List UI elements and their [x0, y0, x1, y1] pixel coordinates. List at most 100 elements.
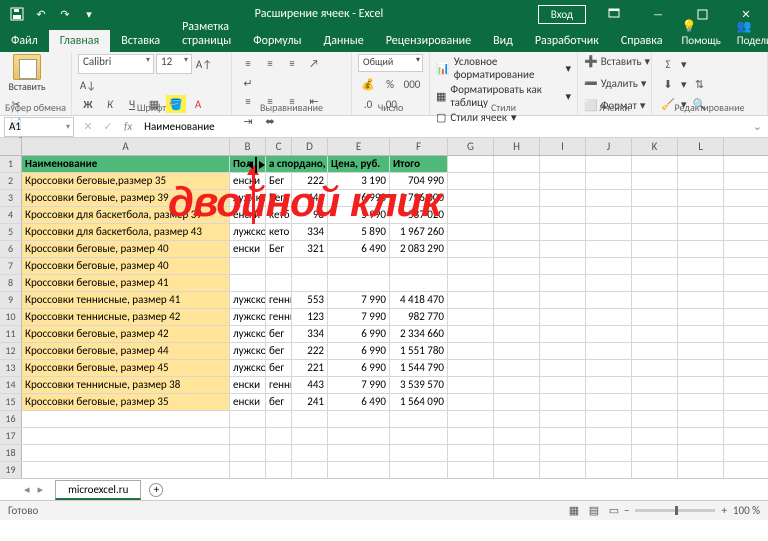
cell[interactable]	[494, 343, 540, 359]
sheet-nav-next[interactable]: ▸	[38, 483, 44, 496]
cell[interactable]	[586, 190, 632, 206]
cell[interactable]	[632, 275, 678, 291]
cell[interactable]: енски	[230, 394, 266, 410]
col-g[interactable]: G	[448, 138, 494, 155]
cell[interactable]	[494, 207, 540, 223]
cell[interactable]	[494, 462, 540, 478]
decrease-font-icon[interactable]: A↓	[78, 76, 98, 94]
cell[interactable]	[448, 224, 494, 240]
currency-icon[interactable]: 💰	[358, 75, 378, 93]
cell[interactable]	[540, 292, 586, 308]
cell[interactable]	[540, 224, 586, 240]
cell[interactable]: 3 190	[328, 173, 390, 189]
cell[interactable]	[22, 411, 230, 427]
cell[interactable]	[448, 309, 494, 325]
cell[interactable]	[632, 411, 678, 427]
indent-inc-icon[interactable]: ⇥	[238, 112, 258, 130]
cell[interactable]	[540, 326, 586, 342]
comma-icon[interactable]: 000	[402, 75, 422, 93]
cell[interactable]: 443	[292, 377, 328, 393]
cell[interactable]	[678, 190, 724, 206]
cell[interactable]	[390, 428, 448, 444]
cell[interactable]	[632, 343, 678, 359]
cell[interactable]: 1 967 260	[390, 224, 448, 240]
cell[interactable]	[540, 241, 586, 257]
cell[interactable]	[540, 445, 586, 461]
cell[interactable]	[540, 411, 586, 427]
cell[interactable]	[586, 428, 632, 444]
cell[interactable]	[266, 428, 292, 444]
col-a[interactable]: A	[22, 138, 230, 155]
zoom-out-icon[interactable]: −	[624, 504, 629, 517]
cell[interactable]	[632, 326, 678, 342]
tab-developer[interactable]: Разработчик	[524, 30, 610, 52]
cell[interactable]	[328, 428, 390, 444]
tab-file[interactable]: Файл	[0, 30, 49, 52]
cell[interactable]	[586, 445, 632, 461]
zoom-value[interactable]: 100 %	[733, 504, 760, 517]
cell[interactable]	[586, 275, 632, 291]
cell[interactable]: 587 020	[390, 207, 448, 223]
cell[interactable]: 6 490	[328, 241, 390, 257]
cell[interactable]: бег	[266, 394, 292, 410]
view-layout-icon[interactable]: ▤	[584, 502, 604, 520]
conditional-format-button[interactable]: 📊 Условное форматирование▾	[436, 54, 571, 82]
cell[interactable]	[292, 275, 328, 291]
login-button[interactable]: Вход	[538, 5, 586, 24]
cell[interactable]	[390, 445, 448, 461]
cell[interactable]: енски	[230, 377, 266, 393]
percent-icon[interactable]: %	[380, 75, 400, 93]
cell[interactable]	[390, 411, 448, 427]
autosum-icon[interactable]: Σ	[658, 55, 678, 73]
cell[interactable]: Итого	[390, 156, 448, 172]
cell[interactable]	[448, 394, 494, 410]
cell[interactable]	[586, 207, 632, 223]
col-h[interactable]: H	[494, 138, 540, 155]
row-header[interactable]: 13	[0, 360, 22, 376]
cell[interactable]	[632, 241, 678, 257]
cell[interactable]	[632, 445, 678, 461]
col-j[interactable]: J	[586, 138, 632, 155]
cell[interactable]: 241	[292, 394, 328, 410]
cell[interactable]: Кроссовки беговые, размер 40	[22, 241, 230, 257]
cell[interactable]	[632, 428, 678, 444]
cell[interactable]: бег	[266, 360, 292, 376]
cell[interactable]	[540, 377, 586, 393]
cell[interactable]	[494, 173, 540, 189]
cell[interactable]	[586, 241, 632, 257]
cell[interactable]: Кроссовки теннисные, размер 41	[22, 292, 230, 308]
cell[interactable]	[448, 428, 494, 444]
view-pagebreak-icon[interactable]: ▭	[604, 502, 624, 520]
share-button[interactable]: 👥 Поделиться	[729, 15, 768, 52]
view-normal-icon[interactable]: ▦	[564, 502, 584, 520]
cell[interactable]	[22, 462, 230, 478]
tab-review[interactable]: Рецензирование	[375, 30, 482, 52]
cell[interactable]	[632, 462, 678, 478]
add-sheet-button[interactable]: +	[149, 483, 163, 497]
cell[interactable]: Кроссовки теннисные, размер 42	[22, 309, 230, 325]
cell[interactable]	[540, 275, 586, 291]
cell[interactable]	[586, 292, 632, 308]
sheet-tab[interactable]: microexcel.ru	[55, 480, 141, 500]
cell[interactable]	[494, 292, 540, 308]
cell[interactable]: 7 990	[328, 309, 390, 325]
row-header[interactable]: 2	[0, 173, 22, 189]
accept-formula-icon[interactable]: ✓	[98, 118, 118, 136]
cell[interactable]	[540, 462, 586, 478]
cell[interactable]: кетб	[266, 207, 292, 223]
cell[interactable]	[586, 258, 632, 274]
cell[interactable]	[678, 428, 724, 444]
insert-cells-button[interactable]: ➕Вставить▾	[584, 54, 645, 69]
cell[interactable]	[494, 360, 540, 376]
select-all[interactable]	[0, 138, 22, 155]
cell[interactable]: енски	[230, 241, 266, 257]
cell[interactable]	[632, 292, 678, 308]
cell[interactable]: Наименование	[22, 156, 230, 172]
redo-icon[interactable]: ↷	[54, 3, 76, 25]
cell[interactable]	[540, 360, 586, 376]
cell[interactable]	[494, 190, 540, 206]
cell[interactable]	[448, 173, 494, 189]
cell[interactable]: 3 539 570	[390, 377, 448, 393]
cell[interactable]: 4 418 470	[390, 292, 448, 308]
cell[interactable]	[328, 411, 390, 427]
